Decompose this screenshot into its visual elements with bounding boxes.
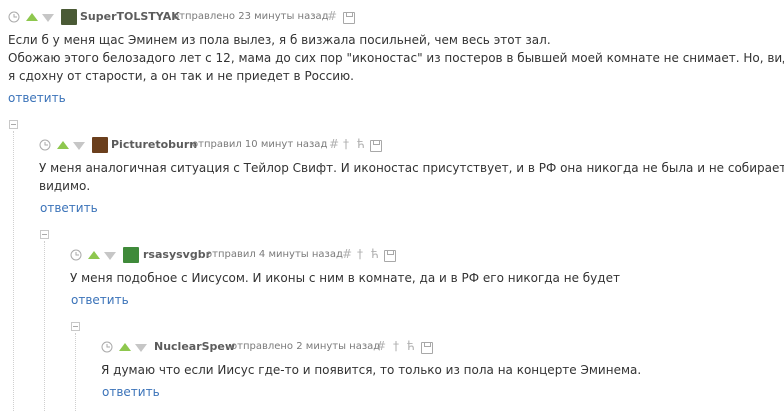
username[interactable]: NuclearSpew — [154, 340, 235, 353]
clock-icon — [101, 341, 113, 353]
upvote-icon[interactable] — [119, 343, 131, 351]
sent-time: отправлено 23 минуты назад — [173, 11, 329, 22]
save-icon[interactable] — [370, 140, 382, 152]
reply-link[interactable]: ответить — [71, 293, 129, 307]
parent-comment-icon[interactable]: † — [343, 137, 349, 151]
comment: SuperTOLSTYAK отправлено 23 минуты назад… — [8, 8, 784, 113]
sent-time: отправлено 2 минуты назад — [231, 341, 381, 352]
sent-time: отправил 4 минуты назад — [206, 249, 343, 260]
comment-body: У меня подобное с Иисусом. И иконы с ним… — [70, 269, 620, 287]
comment: NuclearSpew отправлено 2 минуты назад # … — [101, 338, 781, 408]
comment-body: Я думаю что если Иисус где-то и появится… — [101, 361, 641, 379]
link-icon[interactable]: # — [327, 9, 337, 23]
clock-icon — [39, 139, 51, 151]
thread-line — [13, 131, 14, 411]
link-icon[interactable]: # — [342, 247, 352, 261]
comment-line: Я думаю что если Иисус где-то и появится… — [101, 363, 642, 377]
save-icon[interactable] — [343, 12, 355, 24]
thread-icon[interactable]: ћ — [407, 339, 415, 353]
comment-line: У меня аналогичная ситуация с Тейлор Сви… — [39, 161, 784, 175]
downvote-icon[interactable] — [104, 252, 116, 260]
comment-body: У меня аналогичная ситуация с Тейлор Сви… — [39, 159, 784, 195]
comment: Picturetoburn отправил 10 минут назад # … — [39, 136, 784, 220]
upvote-icon[interactable] — [26, 13, 38, 21]
collapse-thread-icon[interactable] — [71, 322, 80, 331]
sent-time: отправил 10 минут назад — [192, 139, 328, 150]
thread-line — [44, 241, 45, 411]
downvote-icon[interactable] — [73, 142, 85, 150]
downvote-icon[interactable] — [135, 344, 147, 352]
link-icon[interactable]: # — [329, 137, 339, 151]
reply-link[interactable]: ответить — [102, 385, 160, 399]
username[interactable]: SuperTOLSTYAK — [80, 10, 180, 23]
collapse-thread-icon[interactable] — [9, 120, 18, 129]
reply-link[interactable]: ответить — [40, 201, 98, 215]
upvote-icon[interactable] — [88, 251, 100, 259]
comment-line: У меня подобное с Иисусом. И иконы с ним… — [70, 271, 620, 285]
clock-icon — [8, 11, 20, 23]
save-icon[interactable] — [384, 250, 396, 262]
parent-comment-icon[interactable]: † — [393, 339, 399, 353]
clock-icon — [70, 249, 82, 261]
thread-line — [75, 333, 76, 411]
reply-link[interactable]: ответить — [8, 91, 66, 105]
username[interactable]: rsasysvgbr — [143, 248, 211, 261]
collapse-thread-icon[interactable] — [40, 230, 49, 239]
comment-line: Если б у меня щас Эминем из пола вылез, … — [8, 33, 551, 47]
avatar[interactable] — [61, 9, 77, 25]
username[interactable]: Picturetoburn — [111, 138, 197, 151]
comment-line: Обожаю этого белозадого лет с 12, мама д… — [8, 51, 784, 65]
comment-line: я сдохну от старости, а он так и не прие… — [8, 69, 354, 83]
comment-body: Если б у меня щас Эминем из пола вылез, … — [8, 31, 784, 85]
comment: rsasysvgbr отправил 4 минуты назад # † ћ… — [70, 246, 780, 312]
upvote-icon[interactable] — [57, 141, 69, 149]
avatar[interactable] — [123, 247, 139, 263]
save-icon[interactable] — [421, 342, 433, 354]
thread-icon[interactable]: ћ — [357, 137, 365, 151]
thread-icon[interactable]: ћ — [371, 247, 379, 261]
downvote-icon[interactable] — [42, 14, 54, 22]
comment-line: видимо. — [39, 179, 91, 193]
avatar[interactable] — [92, 137, 108, 153]
link-icon[interactable]: # — [376, 339, 386, 353]
parent-comment-icon[interactable]: † — [357, 247, 363, 261]
